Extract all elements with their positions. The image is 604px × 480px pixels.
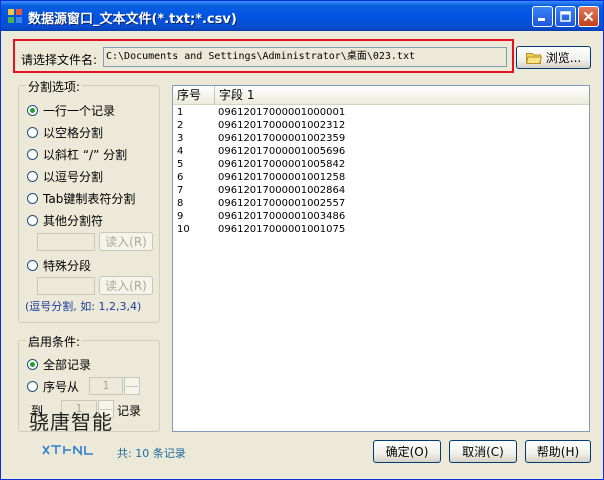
table-header: 序号 字段 1 (173, 86, 589, 105)
help-button[interactable]: 帮助(H) (525, 440, 591, 463)
maximize-icon (560, 11, 571, 22)
window-title: 数据源窗口_文本文件(*.txt;*.csv) (28, 12, 237, 27)
segment-input[interactable] (37, 277, 95, 295)
conditions-title: 启用条件: (26, 333, 83, 350)
records-suffix: 记录 (117, 404, 142, 418)
radio-button[interactable] (27, 358, 38, 370)
radio-label: 以斜杠 “/” 分割 (43, 147, 128, 162)
table-row[interactable]: 9 09612017000001003486 (173, 210, 589, 223)
table-row[interactable]: 7 09612017000001002864 (173, 184, 589, 197)
radio-special-segment[interactable]: 特殊分段 (27, 257, 91, 273)
records-table[interactable]: 序号 字段 1 1 09612017000001000001 2 0961201700… (172, 85, 590, 432)
radio-label: Tab键制表符分割 (43, 191, 136, 206)
radio-button[interactable] (27, 380, 38, 392)
from-seq-spinner[interactable] (124, 377, 140, 395)
split-options-group: 分割选项: 一行一个记录 以空格分割 以斜杠 “/” 分割 以逗号分割 Tab键… (18, 78, 160, 323)
column-header-field1[interactable]: 字段 1 (215, 86, 589, 104)
read-button-1[interactable]: 读入(R) (99, 232, 153, 251)
radio-comma-split[interactable]: 以逗号分割 (27, 168, 103, 184)
cell-seq: 2 (177, 120, 184, 131)
radio-slash-split[interactable]: 以斜杠 “/” 分割 (27, 146, 127, 162)
close-icon (583, 11, 594, 22)
record-count: 共: 10 条记录 (117, 447, 186, 460)
cell-field1: 09612017000001000001 (218, 107, 346, 118)
split-options-title: 分割选项: (26, 78, 83, 95)
radio-label: 全部记录 (43, 357, 92, 372)
radio-label: 以空格分割 (43, 125, 104, 140)
cell-field1: 09612017000001005842 (218, 159, 346, 170)
table-row[interactable]: 4 09612017000001005696 (173, 145, 589, 158)
radio-button[interactable] (27, 126, 38, 138)
split-hint: (逗号分割, 如: 1,2,3,4) (25, 300, 142, 313)
cell-seq: 1 (177, 107, 184, 118)
radio-button[interactable] (27, 214, 38, 226)
from-seq-input[interactable]: 1 (89, 377, 123, 395)
table-row[interactable]: 10 09612017000001001075 (173, 223, 589, 236)
radio-button[interactable] (27, 148, 38, 160)
maximize-button[interactable] (555, 6, 576, 27)
radio-tab-split[interactable]: Tab键制表符分割 (27, 190, 135, 206)
cell-field1: 09612017000001005696 (218, 146, 346, 157)
cell-seq: 3 (177, 133, 184, 144)
radio-button[interactable] (27, 104, 38, 116)
cell-field1: 09612017000001001075 (218, 224, 346, 235)
radio-space-split[interactable]: 以空格分割 (27, 124, 103, 140)
cell-field1: 09612017000001002864 (218, 185, 346, 196)
radio-label: 一行一个记录 (43, 103, 116, 118)
table-row[interactable]: 5 09612017000001005842 (173, 158, 589, 171)
table-row[interactable]: 6 09612017000001001258 (173, 171, 589, 184)
cancel-button[interactable]: 取消(C) (449, 440, 517, 463)
cell-field1: 09612017000001002557 (218, 198, 346, 209)
file-path-field[interactable]: C:\Documents and Settings\Administrator\… (103, 47, 507, 67)
minimize-button[interactable] (532, 6, 553, 27)
radio-label: 以逗号分割 (43, 169, 104, 184)
browse-button[interactable]: 浏览... (516, 46, 591, 69)
browse-label: 浏览... (545, 51, 582, 65)
radio-all-records[interactable]: 全部记录 (27, 356, 91, 372)
radio-label: 特殊分段 (43, 258, 92, 273)
cell-seq: 5 (177, 159, 184, 170)
radio-label: 其他分割符 (43, 213, 104, 228)
table-row[interactable]: 1 09612017000001000001 (173, 106, 589, 119)
separator-input[interactable] (37, 233, 95, 251)
radio-button[interactable] (27, 259, 38, 271)
close-button[interactable] (578, 6, 599, 27)
cell-seq: 10 (177, 224, 190, 235)
column-header-seq[interactable]: 序号 (173, 86, 215, 104)
data-source-window: 数据源窗口_文本文件(*.txt;*.csv) 请选择文件名: C:\Docum… (0, 0, 604, 480)
file-select-group: 请选择文件名: C:\Documents and Settings\Admini… (13, 39, 514, 73)
cell-seq: 9 (177, 211, 184, 222)
file-label: 请选择文件名: (21, 53, 98, 67)
cell-field1: 09612017000001002312 (218, 120, 346, 131)
table-row[interactable]: 8 09612017000001002557 (173, 197, 589, 210)
minimize-icon (538, 18, 545, 21)
cell-seq: 8 (177, 198, 184, 209)
title-bar[interactable]: 数据源窗口_文本文件(*.txt;*.csv) (1, 1, 603, 31)
cell-field1: 09612017000001001258 (218, 172, 346, 183)
cell-field1: 09612017000001002359 (218, 133, 346, 144)
ok-button[interactable]: 确定(O) (373, 440, 441, 463)
brand-logo (42, 445, 93, 457)
cell-seq: 4 (177, 146, 184, 157)
radio-label: 序号从 (43, 379, 80, 394)
radio-seq-from[interactable]: 序号从 (27, 378, 79, 394)
cell-seq: 6 (177, 172, 184, 183)
radio-button[interactable] (27, 170, 38, 182)
radio-other-separator[interactable]: 其他分割符 (27, 212, 103, 228)
read-button-2[interactable]: 读入(R) (99, 276, 153, 295)
folder-icon (525, 52, 542, 64)
radio-button[interactable] (27, 192, 38, 204)
app-icon (8, 9, 22, 23)
table-row[interactable]: 3 09612017000001002359 (173, 132, 589, 145)
cell-field1: 09612017000001003486 (218, 211, 346, 222)
table-row[interactable]: 2 09612017000001002312 (173, 119, 589, 132)
radio-one-record-per-line[interactable]: 一行一个记录 (27, 102, 115, 118)
watermark-text: 骁唐智能 (29, 410, 113, 434)
cell-seq: 7 (177, 185, 184, 196)
